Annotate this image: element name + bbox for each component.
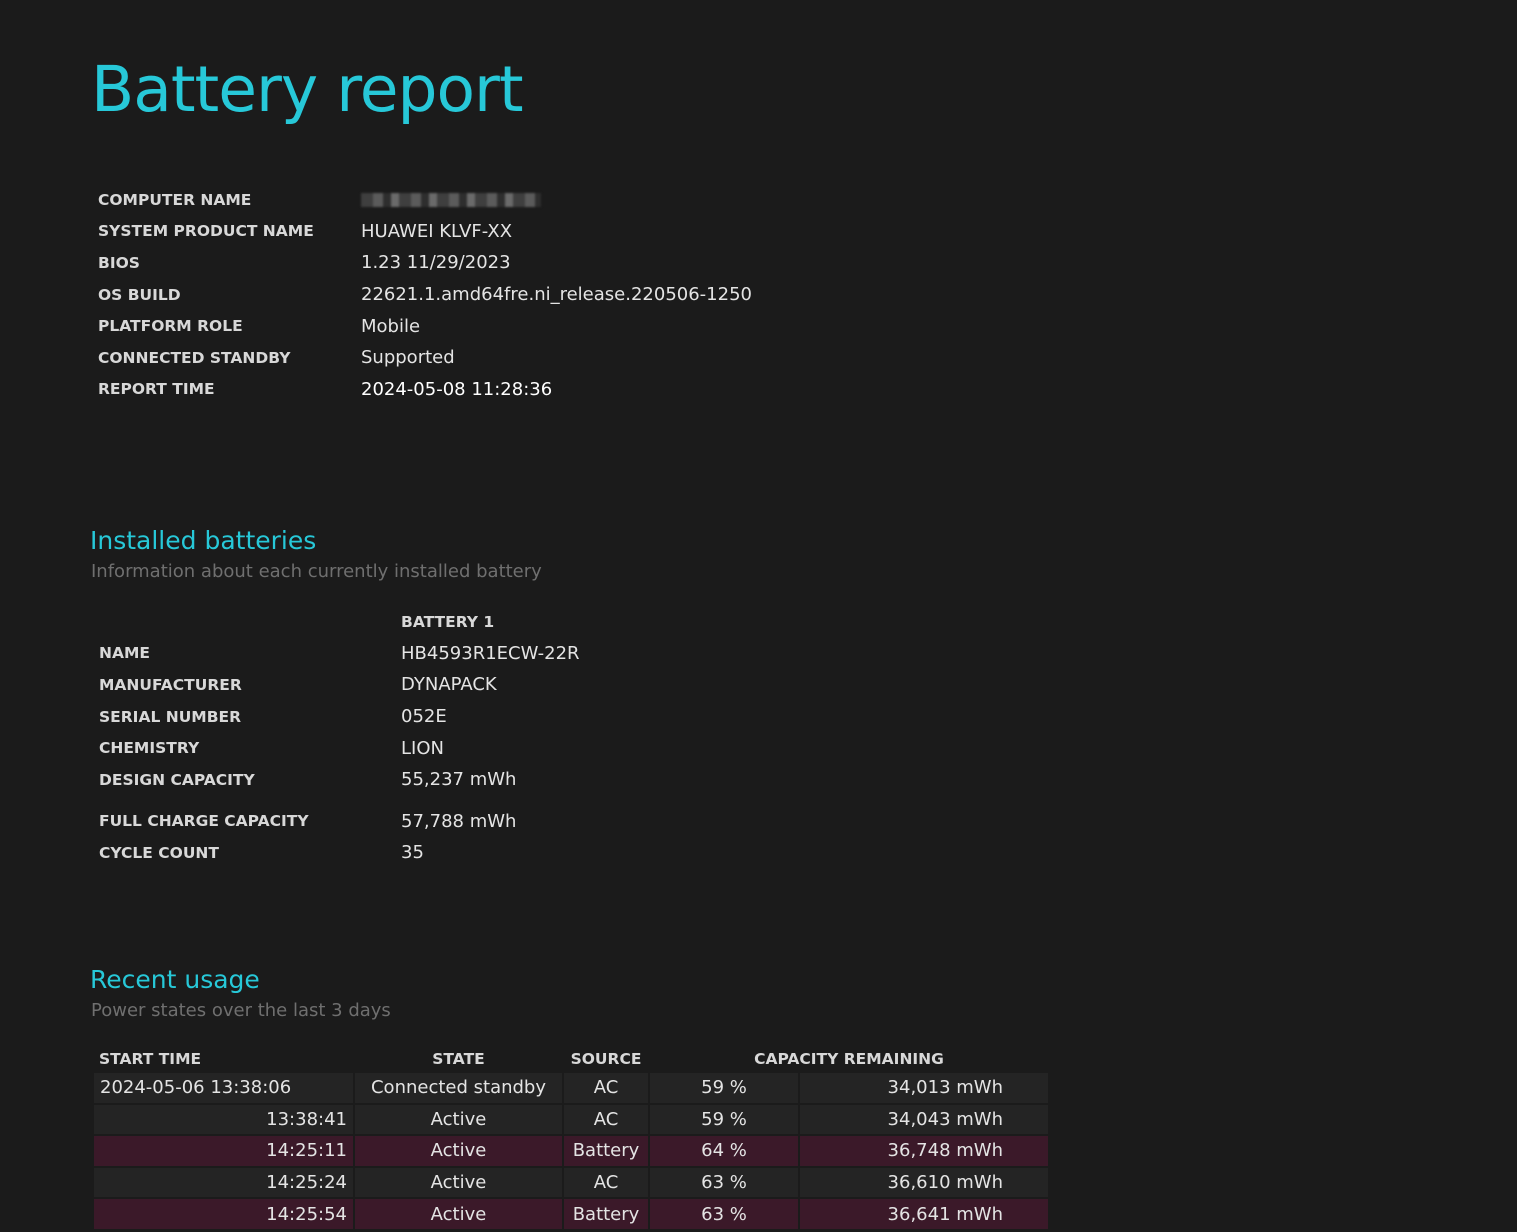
cell-start-time: 14:25:54 — [94, 1199, 353, 1229]
cell-source: Battery — [564, 1136, 648, 1166]
info-row-report-time: REPORT TIME 2024-05-08 11:28:36 — [98, 374, 752, 406]
info-value: HUAWEI KLVF-XX — [361, 220, 513, 242]
info-label: REPORT TIME — [98, 380, 215, 399]
cell-capacity-mwh: 34,013 mWh — [800, 1073, 1048, 1103]
battery-label: CHEMISTRY — [99, 739, 200, 758]
cell-state: Active — [355, 1199, 562, 1229]
info-row-bios: BIOS 1.23 11/29/2023 — [98, 247, 752, 279]
computer-name-value-redacted — [361, 187, 541, 212]
battery-row-manufacturer: MANUFACTURER DYNAPACK — [99, 669, 703, 701]
battery-label: FULL CHARGE CAPACITY — [99, 812, 309, 831]
cell-capacity-mwh: 34,043 mWh — [800, 1104, 1048, 1135]
battery-label: CYCLE COUNT — [99, 843, 219, 862]
info-label: PLATFORM ROLE — [98, 317, 243, 336]
info-label: CONNECTED STANDBY — [98, 348, 291, 367]
cell-state: Active — [355, 1136, 562, 1166]
battery-label: SERIAL NUMBER — [99, 707, 242, 726]
battery-row-design-capacity: DESIGN CAPACITY 55,237 mWh — [99, 764, 703, 796]
battery-label: NAME — [99, 644, 150, 663]
info-value: 22621.1.amd64fre.ni_release.220506-1250 — [361, 284, 752, 306]
battery-value: 052E — [401, 706, 447, 728]
info-value: 1.23 11/29/2023 — [361, 252, 511, 274]
battery-label: DESIGN CAPACITY — [99, 770, 255, 789]
cell-start-time: 14:25:24 — [94, 1167, 353, 1198]
info-row-product-name: SYSTEM PRODUCT NAME HUAWEI KLVF-XX — [98, 216, 752, 248]
cell-capacity-percent: 59 % — [650, 1073, 798, 1103]
battery-column-header-row: BATTERY 1 — [99, 606, 703, 638]
battery-row-name: NAME HB4593R1ECW-22R — [99, 638, 703, 670]
cell-state: Active — [355, 1104, 562, 1135]
info-row-platform-role: PLATFORM ROLE Mobile — [98, 310, 752, 342]
system-info-table: COMPUTER NAME SYSTEM PRODUCT NAME HUAWEI… — [98, 184, 752, 405]
cell-start-time: 13:38:41 — [94, 1104, 353, 1135]
battery-value: DYNAPACK — [401, 674, 497, 696]
battery-value: LION — [401, 737, 444, 759]
info-row-computer-name: COMPUTER NAME — [98, 184, 752, 216]
info-label: BIOS — [98, 253, 140, 272]
info-label: OS BUILD — [98, 285, 181, 304]
table-row-battery: 14:25:54 Active Battery 63 % 36,641 mWh — [94, 1199, 1048, 1229]
col-header-state: STATE — [432, 1050, 485, 1068]
battery-column-header: BATTERY 1 — [401, 612, 495, 631]
info-row-os-build: OS BUILD 22621.1.amd64fre.ni_release.220… — [98, 279, 752, 311]
battery-row-serial-number: SERIAL NUMBER 052E — [99, 701, 703, 733]
battery-value: 55,237 mWh — [401, 769, 517, 791]
info-label: COMPUTER NAME — [98, 190, 252, 209]
info-value: Supported — [361, 347, 455, 369]
page-title: Battery report — [91, 53, 524, 126]
cell-capacity-percent: 59 % — [650, 1104, 798, 1135]
recent-usage-subtitle: Power states over the last 3 days — [91, 1000, 391, 1021]
battery-row-full-charge-capacity: FULL CHARGE CAPACITY 57,788 mWh — [99, 806, 703, 838]
cell-source: Battery — [564, 1199, 648, 1229]
cell-state: Active — [355, 1167, 562, 1198]
cell-source: AC — [564, 1104, 648, 1135]
redacted-blur — [361, 193, 541, 208]
cell-capacity-percent: 63 % — [650, 1199, 798, 1229]
info-value: Mobile — [361, 315, 421, 337]
installed-batteries-heading: Installed batteries — [90, 526, 317, 555]
cell-state: Connected standby — [355, 1073, 562, 1103]
cell-capacity-mwh: 36,610 mWh — [800, 1167, 1048, 1198]
battery-row-cycle-count: CYCLE COUNT 35 — [99, 837, 703, 869]
battery-value: HB4593R1ECW-22R — [401, 642, 580, 664]
col-header-start-time: START TIME — [99, 1050, 202, 1068]
info-label: SYSTEM PRODUCT NAME — [98, 222, 314, 241]
col-header-capacity-remaining: CAPACITY REMAINING — [754, 1050, 944, 1068]
recent-usage-table: START TIME STATE SOURCE CAPACITY REMAINI… — [92, 1045, 1050, 1231]
battery-value: 35 — [401, 842, 424, 864]
cell-capacity-percent: 64 % — [650, 1136, 798, 1166]
info-row-connected-standby: CONNECTED STANDBY Supported — [98, 342, 752, 374]
installed-batteries-subtitle: Information about each currently install… — [91, 561, 542, 582]
table-row: 14:25:24 Active AC 63 % 36,610 mWh — [94, 1167, 1048, 1198]
table-row: 13:38:41 Active AC 59 % 34,043 mWh — [94, 1104, 1048, 1135]
table-row: 2024-05-06 13:38:06 Connected standby AC… — [94, 1073, 1048, 1103]
cell-capacity-mwh: 36,748 mWh — [800, 1136, 1048, 1166]
cell-start-time: 2024-05-06 13:38:06 — [94, 1073, 353, 1103]
cell-source: AC — [564, 1167, 648, 1198]
cell-capacity-mwh: 36,641 mWh — [800, 1199, 1048, 1229]
battery-label: MANUFACTURER — [99, 675, 242, 694]
battery-value: 57,788 mWh — [401, 810, 517, 832]
table-row-battery: 14:25:11 Active Battery 64 % 36,748 mWh — [94, 1136, 1048, 1166]
col-header-source: SOURCE — [570, 1050, 642, 1068]
report-time-value: 2024-05-08 11:28:36 — [361, 378, 553, 400]
battery-row-chemistry: CHEMISTRY LION — [99, 732, 703, 764]
cell-capacity-percent: 63 % — [650, 1167, 798, 1198]
recent-usage-heading: Recent usage — [90, 965, 260, 994]
usage-header-row: START TIME STATE SOURCE CAPACITY REMAINI… — [94, 1047, 1048, 1071]
cell-start-time: 14:25:11 — [94, 1136, 353, 1166]
installed-batteries-table: BATTERY 1 NAME HB4593R1ECW-22R MANUFACTU… — [99, 606, 703, 869]
cell-source: AC — [564, 1073, 648, 1103]
